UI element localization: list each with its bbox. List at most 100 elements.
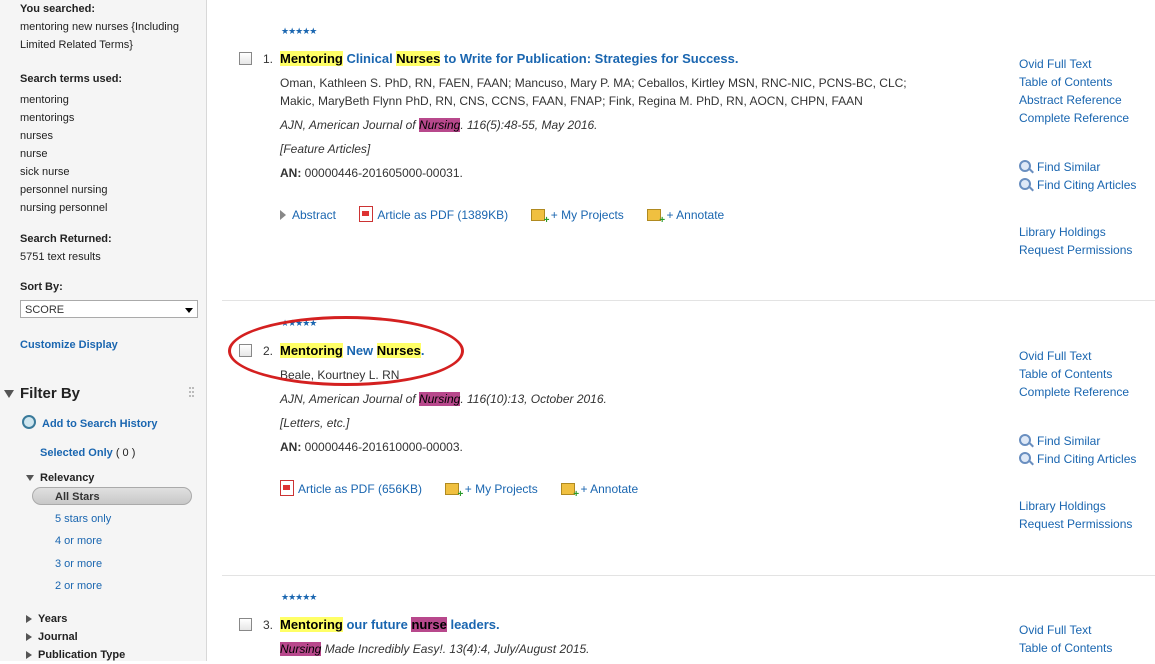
result-title-link[interactable]: Mentoring Clinical Nurses to Write for P… bbox=[280, 51, 738, 66]
expand-triangle-icon bbox=[26, 615, 32, 624]
facet-journal[interactable]: Journal bbox=[26, 628, 78, 646]
result-links: Ovid Full Text Table of Contents Complet… bbox=[1019, 347, 1129, 401]
result-number: 2. bbox=[263, 344, 274, 358]
drag-handle-icon[interactable] bbox=[189, 387, 197, 401]
result-links: Ovid Full Text Table of Contents bbox=[1019, 621, 1112, 657]
result-library: Library Holdings Request Permissions bbox=[1019, 497, 1132, 533]
magnifier-icon bbox=[1019, 434, 1031, 446]
result-checkbox[interactable] bbox=[239, 52, 252, 65]
find-similar-link[interactable]: Find Similar bbox=[1019, 158, 1136, 176]
request-permissions-link[interactable]: Request Permissions bbox=[1019, 241, 1132, 259]
search-returned-section: Search Returned: 5751 text results bbox=[20, 230, 112, 266]
search-returned-label: Search Returned: bbox=[20, 233, 112, 245]
sort-select-value: SCORE bbox=[25, 304, 65, 316]
add-to-search-history-link[interactable]: Add to Search History bbox=[22, 415, 158, 433]
selected-only-filter[interactable]: Selected Only ( 0 ) bbox=[40, 444, 135, 462]
title-highlight: Nurses bbox=[396, 51, 441, 66]
result-checkbox[interactable] bbox=[239, 344, 252, 357]
library-holdings-link[interactable]: Library Holdings bbox=[1019, 497, 1132, 515]
collapse-triangle-icon bbox=[4, 390, 14, 399]
search-term: mentorings bbox=[20, 112, 75, 124]
table-of-contents-link[interactable]: Table of Contents bbox=[1019, 365, 1129, 383]
an-value: 00000446-201605000-00031. bbox=[304, 166, 463, 180]
relevancy-option[interactable]: 4 or more bbox=[55, 535, 102, 547]
facet-years[interactable]: Years bbox=[26, 610, 67, 628]
ovid-full-text-link[interactable]: Ovid Full Text bbox=[1019, 621, 1112, 639]
relevancy-option[interactable]: 3 or more bbox=[55, 558, 102, 570]
magnifier-icon bbox=[1019, 160, 1031, 172]
sort-label: Sort By: bbox=[20, 278, 63, 296]
ovid-full-text-link[interactable]: Ovid Full Text bbox=[1019, 55, 1129, 73]
result-tools: Find Similar Find Citing Articles bbox=[1019, 432, 1136, 468]
result-category: [Feature Articles] bbox=[280, 142, 371, 156]
result-title-link[interactable]: Mentoring New Nurses. bbox=[280, 343, 425, 358]
title-highlight: Mentoring bbox=[280, 51, 343, 66]
selected-only-count: ( 0 ) bbox=[115, 447, 136, 459]
result-library: Library Holdings Request Permissions bbox=[1019, 223, 1132, 259]
folder-add-icon bbox=[531, 209, 549, 226]
source-highlight: Nursing bbox=[418, 118, 461, 132]
result-accession: AN: 00000446-201610000-00003. bbox=[280, 440, 463, 454]
search-term: sick nurse bbox=[20, 166, 70, 178]
search-term: nurses bbox=[20, 130, 54, 142]
ovid-full-text-link[interactable]: Ovid Full Text bbox=[1019, 347, 1129, 365]
result-source: AJN, American Journal of Nursing. 116(10… bbox=[280, 392, 607, 406]
expand-triangle-icon bbox=[26, 633, 32, 642]
result-authors: Oman, Kathleen S. PhD, RN, FAEN, FAAN; M… bbox=[280, 76, 907, 108]
title-highlight: Mentoring bbox=[280, 343, 343, 358]
selected-only-label: Selected Only bbox=[40, 447, 113, 459]
chevron-down-icon bbox=[185, 308, 193, 313]
annotate-icon bbox=[647, 209, 665, 226]
result-actions: Abstract Article as PDF (1389KB) + My Pr… bbox=[280, 206, 744, 226]
pdf-icon bbox=[359, 206, 374, 222]
results-list: ★★★★★ 1. Mentoring Clinical Nurses to Wr… bbox=[207, 0, 1155, 661]
relevancy-facet[interactable]: Relevancy bbox=[26, 469, 94, 487]
complete-reference-link[interactable]: Complete Reference bbox=[1019, 383, 1129, 401]
result-checkbox[interactable] bbox=[239, 618, 252, 631]
library-holdings-link[interactable]: Library Holdings bbox=[1019, 223, 1132, 241]
request-permissions-link[interactable]: Request Permissions bbox=[1019, 515, 1132, 533]
find-citing-link[interactable]: Find Citing Articles bbox=[1019, 176, 1136, 194]
source-text: . 116(5):48-55, May 2016. bbox=[460, 118, 598, 132]
customize-display-link[interactable]: Customize Display bbox=[20, 336, 118, 354]
find-similar-link[interactable]: Find Similar bbox=[1019, 432, 1136, 450]
sort-select[interactable]: SCORE bbox=[20, 300, 198, 318]
relevancy-option[interactable]: 5 stars only bbox=[55, 513, 111, 525]
title-highlight: Mentoring bbox=[280, 617, 343, 632]
facet-publication-type[interactable]: Publication Type bbox=[26, 646, 125, 664]
find-citing-link[interactable]: Find Citing Articles bbox=[1019, 450, 1136, 468]
result-title-link[interactable]: Mentoring our future nurse leaders. bbox=[280, 617, 500, 632]
annotate-link[interactable]: + Annotate bbox=[561, 482, 638, 500]
sort-by-label: Sort By: bbox=[20, 281, 63, 293]
result-divider bbox=[222, 575, 1155, 576]
article-pdf-link[interactable]: Article as PDF (1389KB) bbox=[359, 206, 509, 222]
all-stars-button[interactable]: All Stars bbox=[32, 487, 192, 505]
article-pdf-link[interactable]: Article as PDF (656KB) bbox=[280, 480, 422, 496]
complete-reference-link[interactable]: Complete Reference bbox=[1019, 109, 1129, 127]
my-projects-link[interactable]: + My Projects bbox=[445, 482, 538, 500]
source-highlight: Nursing bbox=[280, 642, 322, 656]
search-history-icon bbox=[22, 415, 36, 429]
pdf-label: Article as PDF (1389KB) bbox=[377, 208, 509, 222]
you-searched-value: mentoring new nurses {Including Limited … bbox=[20, 21, 179, 51]
sidebar: You searched: mentoring new nurses {Incl… bbox=[0, 0, 207, 661]
you-searched-section: You searched: mentoring new nurses {Incl… bbox=[20, 0, 190, 54]
annotate-link[interactable]: + Annotate bbox=[647, 208, 724, 226]
filter-by-header[interactable]: Filter By bbox=[4, 385, 80, 402]
find-similar-label: Find Similar bbox=[1037, 160, 1101, 174]
relevancy-stars: ★★★★★ bbox=[281, 318, 317, 328]
result-accession: AN: 00000446-201605000-00031. bbox=[280, 166, 463, 180]
search-term: personnel nursing bbox=[20, 184, 108, 196]
abstract-reference-link[interactable]: Abstract Reference bbox=[1019, 91, 1129, 109]
source-text: AJN, American Journal of bbox=[280, 392, 419, 406]
relevancy-option[interactable]: 2 or more bbox=[55, 580, 102, 592]
title-text: Clinical bbox=[342, 51, 397, 66]
find-citing-label: Find Citing Articles bbox=[1037, 178, 1137, 192]
facet-label: Publication Type bbox=[38, 649, 126, 661]
my-projects-link[interactable]: + My Projects bbox=[531, 208, 624, 226]
table-of-contents-link[interactable]: Table of Contents bbox=[1019, 73, 1129, 91]
source-highlight: Nursing bbox=[418, 392, 461, 406]
abstract-toggle[interactable]: Abstract bbox=[280, 208, 336, 222]
table-of-contents-link[interactable]: Table of Contents bbox=[1019, 639, 1112, 657]
title-text: . bbox=[420, 343, 425, 358]
